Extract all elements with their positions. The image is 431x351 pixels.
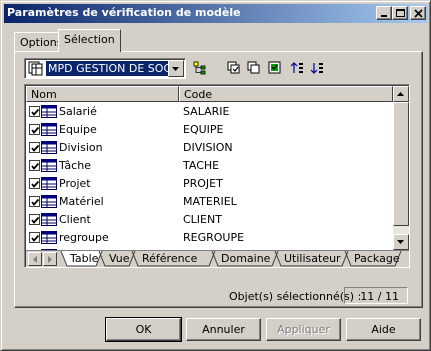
sheet-tab-bar: Table Vue Référence Domaine Utilisateur … — [26, 250, 409, 267]
scroll-up-button[interactable] — [393, 86, 409, 102]
row-name: Equipe — [59, 123, 97, 136]
row-checkbox[interactable] — [29, 214, 40, 225]
apply-button[interactable]: Appliquer — [266, 318, 341, 341]
table-icon — [41, 141, 57, 154]
row-code: TACHE — [183, 159, 220, 172]
cancel-button[interactable]: Annuler — [186, 318, 261, 341]
checkmark-icon — [31, 234, 40, 242]
row-code: PROJET — [183, 177, 223, 190]
row-checkbox[interactable] — [29, 160, 40, 171]
ok-button[interactable]: OK — [105, 317, 182, 342]
arrow-down-icon — [397, 240, 404, 244]
arrow-right-icon — [48, 256, 52, 263]
hierarchy-icon[interactable] — [193, 61, 207, 75]
row-name: Tâche — [59, 159, 91, 172]
table-row[interactable]: Projet PROJET — [26, 175, 392, 193]
sheet-tab-vue[interactable]: Vue — [109, 251, 130, 266]
selected-count-label: Objet(s) sélectionné(s) : — [229, 290, 362, 303]
checkmark-icon — [31, 126, 40, 134]
table-row[interactable]: Client CLIENT — [26, 211, 392, 229]
table-row[interactable]: Matériel MATERIEL — [26, 193, 392, 211]
row-code: EQUIPE — [183, 123, 224, 136]
table-icon — [41, 231, 57, 244]
checkmark-icon — [31, 180, 40, 188]
sheet-tab-table[interactable]: Table — [70, 251, 98, 266]
table-row[interactable]: Division DIVISION — [26, 139, 392, 157]
model-combobox[interactable]: MPD GESTION DE SOC — [24, 58, 186, 79]
checkmark-icon — [31, 108, 40, 116]
row-checkbox[interactable] — [29, 142, 40, 153]
sheet-tab-domaine[interactable]: Domaine — [221, 251, 270, 266]
table-icon — [41, 123, 57, 136]
sort-descending-icon[interactable] — [310, 61, 324, 75]
scroll-down-button[interactable] — [393, 234, 409, 250]
row-checkbox[interactable] — [29, 178, 40, 189]
window-title: Paramètres de vérification de modèle — [7, 6, 241, 19]
table-icon — [41, 159, 57, 172]
table-row[interactable]: Equipe EQUIPE — [26, 121, 392, 139]
row-name: Division — [59, 141, 103, 154]
title-bar[interactable]: Paramètres de vérification de modèle — [4, 4, 428, 23]
sort-ascending-icon[interactable] — [290, 61, 304, 75]
row-code: MATERIEL — [183, 195, 237, 208]
checkmark-icon — [31, 216, 40, 224]
row-name: Salarié — [59, 105, 97, 118]
table-row[interactable]: Tâche TACHE — [26, 157, 392, 175]
table-row[interactable]: regroupe REGROUPE — [26, 229, 392, 247]
sheet-scroll-right-button[interactable] — [43, 252, 57, 266]
sheet-scroll-left-button[interactable] — [28, 252, 42, 266]
table-icon — [41, 195, 57, 208]
row-name: Projet — [59, 177, 91, 190]
row-code: REGROUPE — [183, 231, 245, 244]
combobox-dropdown-button[interactable] — [168, 60, 184, 77]
object-list[interactable]: Nom Code Salarié SALARIE Equipe EQUIPE Divis… — [24, 84, 410, 268]
minimize-icon — [381, 15, 387, 17]
dialog-window: Paramètres de vérification de modèle Opt… — [0, 0, 431, 351]
column-header-code[interactable]: Code — [179, 86, 393, 102]
checkmark-icon — [31, 198, 40, 206]
checkmark-icon — [31, 162, 40, 170]
sheet-tab-utilisateur[interactable]: Utilisateur — [284, 251, 341, 266]
minimize-button[interactable] — [376, 6, 392, 20]
table-row[interactable]: Salarié SALARIE — [26, 103, 392, 121]
table-icon — [41, 213, 57, 226]
row-name: Matériel — [59, 195, 104, 208]
tab-selection[interactable]: Sélection — [58, 29, 121, 52]
close-icon — [414, 9, 423, 18]
row-checkbox[interactable] — [29, 106, 40, 117]
maximize-icon — [396, 9, 405, 17]
vertical-scrollbar[interactable] — [393, 86, 409, 250]
arrow-left-icon — [33, 256, 37, 263]
row-name: regroupe — [59, 231, 109, 244]
deselect-all-icon[interactable] — [247, 61, 261, 75]
select-icon[interactable] — [268, 61, 282, 75]
checkmark-icon — [31, 144, 40, 152]
table-icon — [41, 177, 57, 190]
chevron-down-icon — [172, 67, 179, 71]
row-code: CLIENT — [183, 213, 222, 226]
maximize-button[interactable] — [392, 6, 408, 20]
sheet-tab-package[interactable]: Package — [354, 251, 400, 266]
selected-count-value: 11 / 11 — [344, 287, 408, 304]
row-code: DIVISION — [183, 141, 233, 154]
row-checkbox[interactable] — [29, 196, 40, 207]
row-checkbox[interactable] — [29, 232, 40, 243]
row-checkbox[interactable] — [29, 124, 40, 135]
row-name: Client — [59, 213, 91, 226]
help-button[interactable]: Aide — [346, 318, 421, 341]
sheet-tab-reference[interactable]: Référence — [142, 251, 197, 266]
model-icon — [28, 61, 43, 76]
model-combobox-value: MPD GESTION DE SOC — [46, 61, 170, 76]
table-icon — [41, 105, 57, 118]
arrow-up-icon — [397, 92, 404, 96]
close-button[interactable] — [410, 6, 426, 20]
column-header-name[interactable]: Nom — [26, 86, 179, 102]
select-all-icon[interactable] — [227, 61, 241, 75]
scroll-thumb[interactable] — [393, 102, 409, 226]
row-code: SALARIE — [183, 105, 230, 118]
